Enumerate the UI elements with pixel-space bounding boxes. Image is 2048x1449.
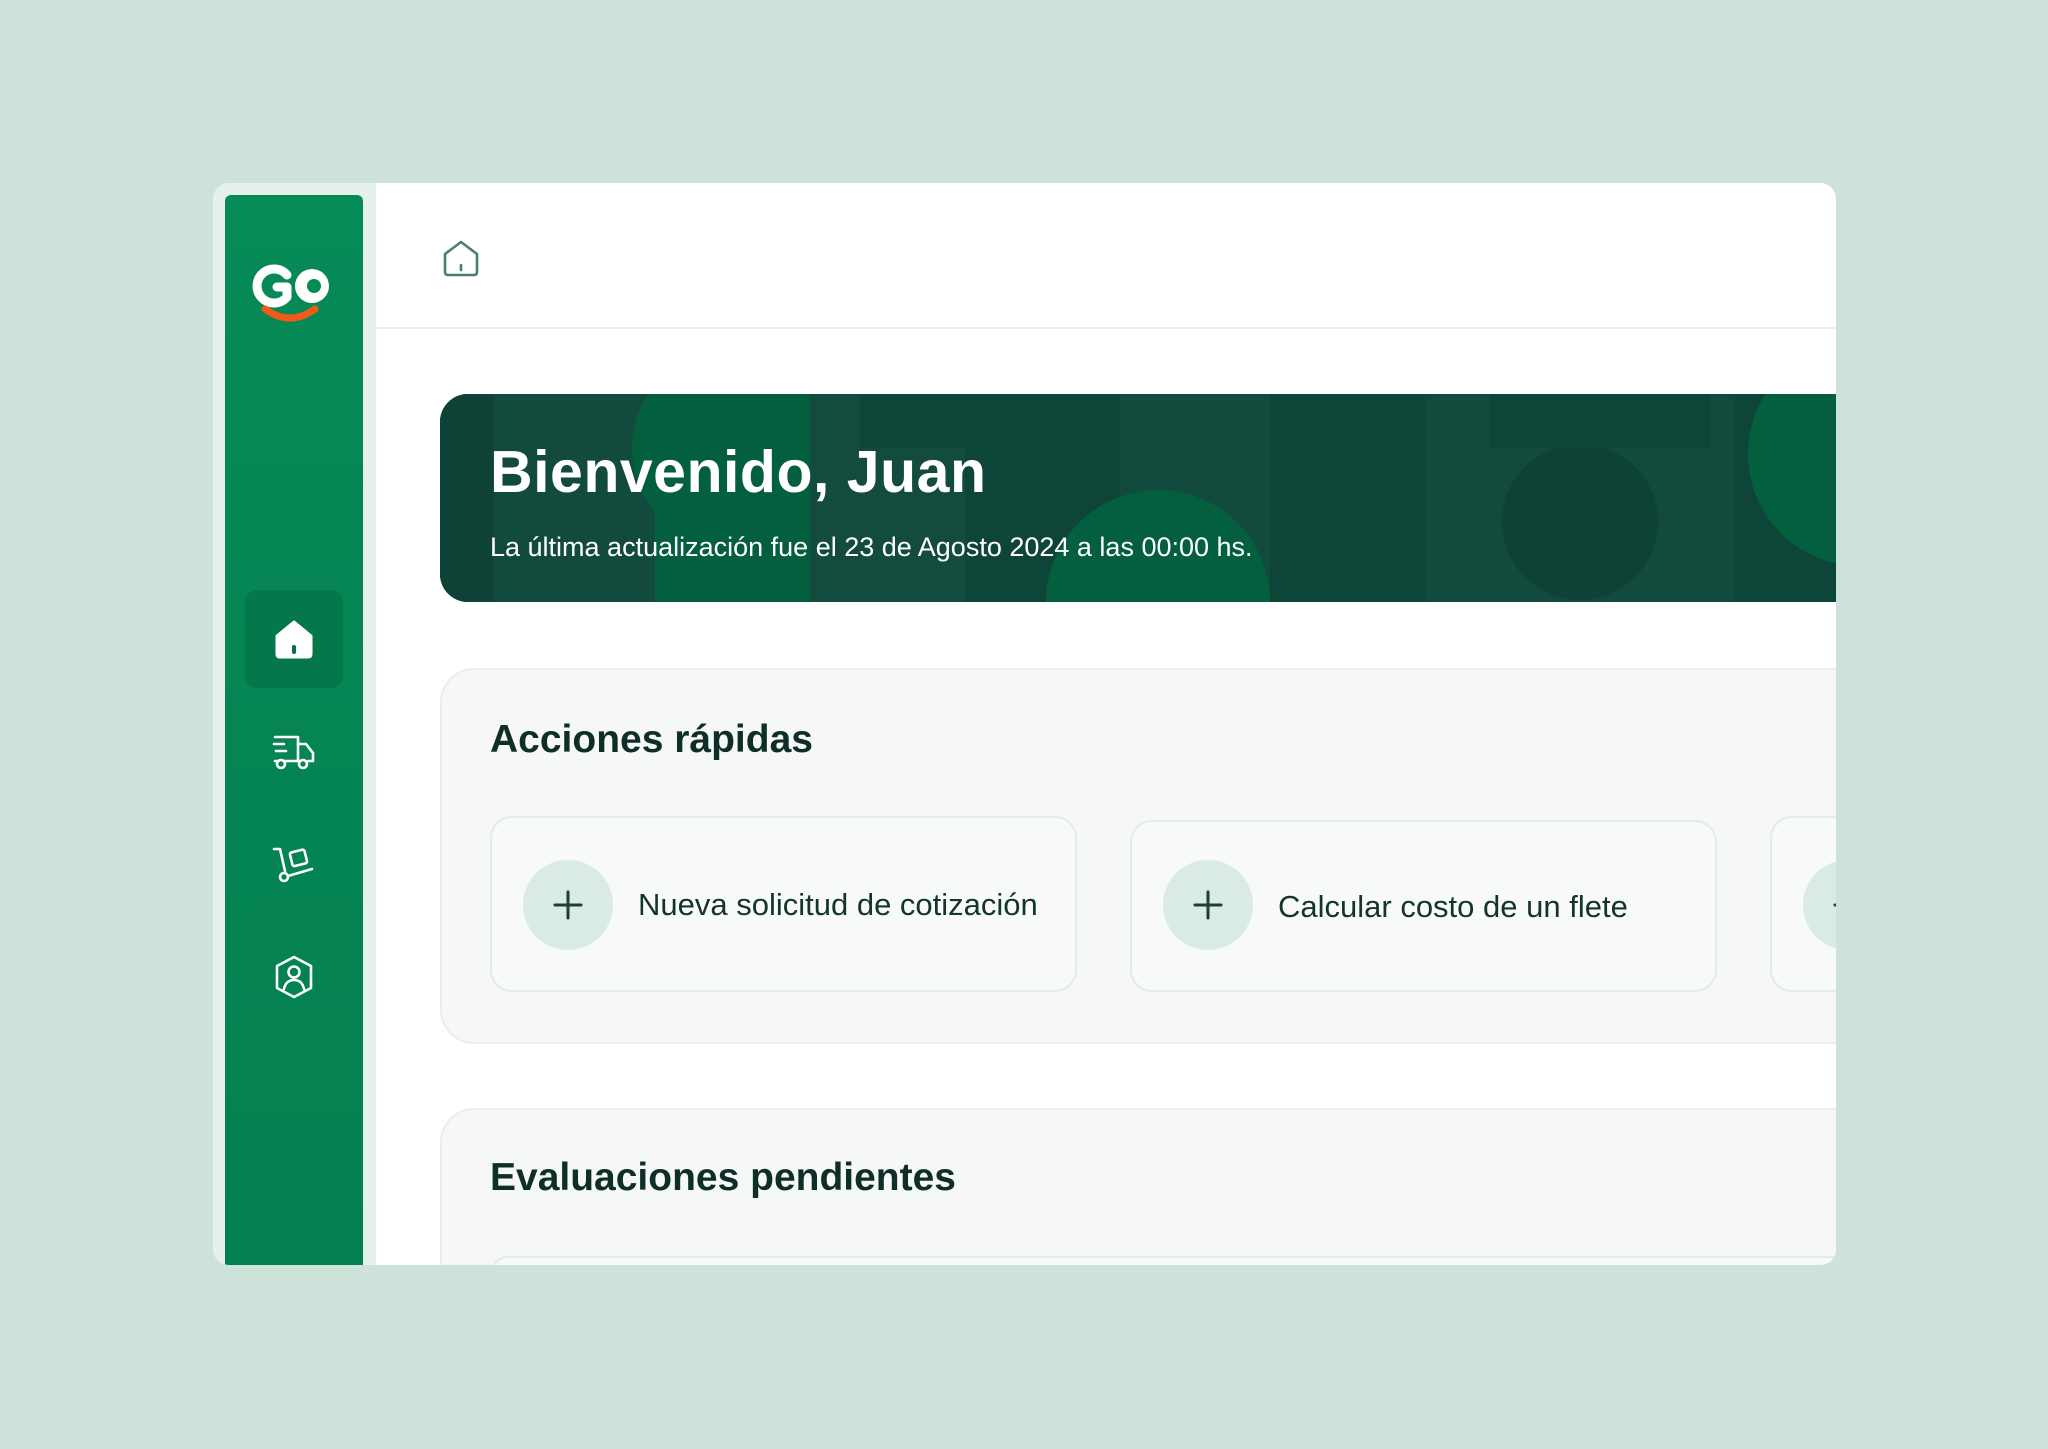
- home-icon: [275, 620, 313, 659]
- new-quote-request-button[interactable]: Nueva solicitud de cotización: [490, 816, 1077, 992]
- plus-icon: [1163, 860, 1253, 950]
- last-update-text: La última actualización fue el 23 de Ago…: [490, 532, 1253, 562]
- screen-background: Bienvenido, Juan La última actualización…: [0, 0, 2048, 1449]
- top-bar: [376, 183, 1836, 329]
- sidebar-item-profile[interactable]: [245, 928, 343, 1026]
- welcome-banner: Bienvenido, Juan La última actualización…: [440, 394, 1836, 602]
- app-window: Bienvenido, Juan La última actualización…: [213, 183, 1836, 1265]
- delivery-truck-icon: [272, 735, 315, 770]
- sidebar-item-cargo[interactable]: [245, 815, 343, 913]
- pending-evaluations-card: Evaluaciones pendientes: [440, 1108, 1836, 1265]
- action-label: Calcular costo de un flete: [1278, 888, 1628, 924]
- sidebar-item-shipments[interactable]: [245, 702, 343, 800]
- quick-action-button[interactable]: [1770, 816, 1836, 992]
- sidebar: [225, 195, 363, 1265]
- evaluation-row: [490, 1256, 1836, 1265]
- plus-icon: [1803, 860, 1836, 950]
- sidebar-container: [213, 183, 376, 1265]
- pending-evaluations-title: Evaluaciones pendientes: [490, 1156, 957, 1199]
- plus-icon: [523, 860, 613, 950]
- main-content: Bienvenido, Juan La última actualización…: [376, 183, 1836, 1265]
- welcome-title: Bienvenido, Juan: [490, 439, 987, 505]
- home-icon: [443, 240, 479, 277]
- action-label: Nueva solicitud de cotización: [638, 886, 1038, 922]
- calculate-freight-cost-button[interactable]: Calcular costo de un flete: [1130, 820, 1717, 992]
- quick-actions-card: Acciones rápidas Nueva solicitud de coti…: [440, 668, 1836, 1044]
- user-shield-icon: [275, 955, 313, 999]
- quick-actions-title: Acciones rápidas: [490, 718, 813, 761]
- sidebar-item-home[interactable]: [245, 590, 343, 688]
- hand-truck-icon: [272, 847, 314, 883]
- breadcrumb-home[interactable]: [439, 236, 483, 280]
- go-logo[interactable]: [249, 261, 339, 327]
